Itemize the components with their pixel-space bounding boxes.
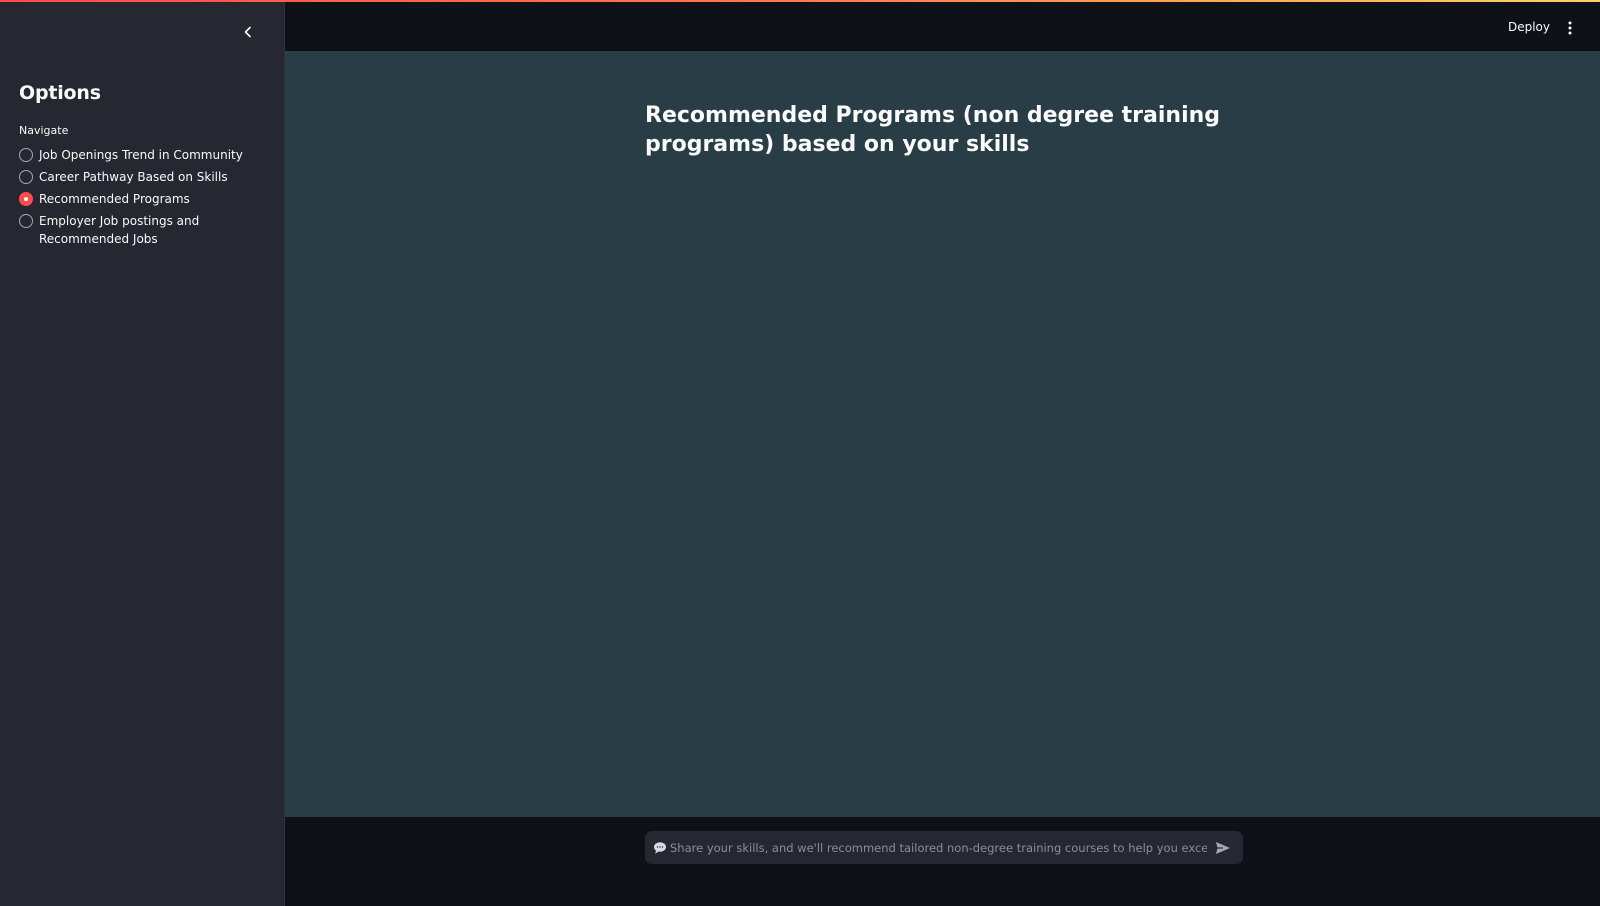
app-header: Deploy <box>285 2 1600 51</box>
page-title: Recommended Programs (non degree trainin… <box>645 103 1221 157</box>
top-decoration-stripe <box>0 0 1600 2</box>
nav-option-recommended-programs[interactable]: Recommended Programs <box>19 190 269 208</box>
nav-option-career-pathway[interactable]: Career Pathway Based on Skills <box>19 168 269 186</box>
nav-option-label: Job Openings Trend in Community <box>39 148 243 162</box>
radio-button[interactable] <box>19 214 33 228</box>
bottom-chat-bar <box>285 817 1600 906</box>
kebab-menu-icon <box>1568 21 1572 35</box>
nav-option-label: Employer Job postings and Recommended Jo… <box>39 214 200 246</box>
deploy-button[interactable]: Deploy <box>1508 20 1550 34</box>
main-menu-button[interactable] <box>1562 17 1578 39</box>
chat-input[interactable] <box>667 831 1209 864</box>
chevron-left-icon <box>244 26 251 38</box>
collapse-sidebar-button[interactable] <box>236 20 260 44</box>
radio-button[interactable] <box>19 148 33 162</box>
send-button[interactable] <box>1209 834 1237 862</box>
nav-option-label: Recommended Programs <box>39 192 190 206</box>
sidebar-title: Options <box>19 82 101 104</box>
chat-input-container <box>645 831 1243 864</box>
navigate-radio-group: Job Openings Trend in Community Career P… <box>19 146 269 252</box>
nav-option-job-openings-trend[interactable]: Job Openings Trend in Community <box>19 146 269 164</box>
radio-button[interactable] <box>19 170 33 184</box>
sidebar: Options Navigate Job Openings Trend in C… <box>0 0 285 906</box>
nav-option-label: Career Pathway Based on Skills <box>39 170 228 184</box>
main-content: Recommended Programs (non degree trainin… <box>285 51 1600 817</box>
navigate-label: Navigate <box>19 124 69 137</box>
speech-bubble-icon <box>653 841 667 855</box>
send-icon <box>1216 841 1230 854</box>
nav-option-employer-job-postings[interactable]: Employer Job postings and Recommended Jo… <box>19 212 269 248</box>
radio-button-selected[interactable] <box>19 192 33 206</box>
